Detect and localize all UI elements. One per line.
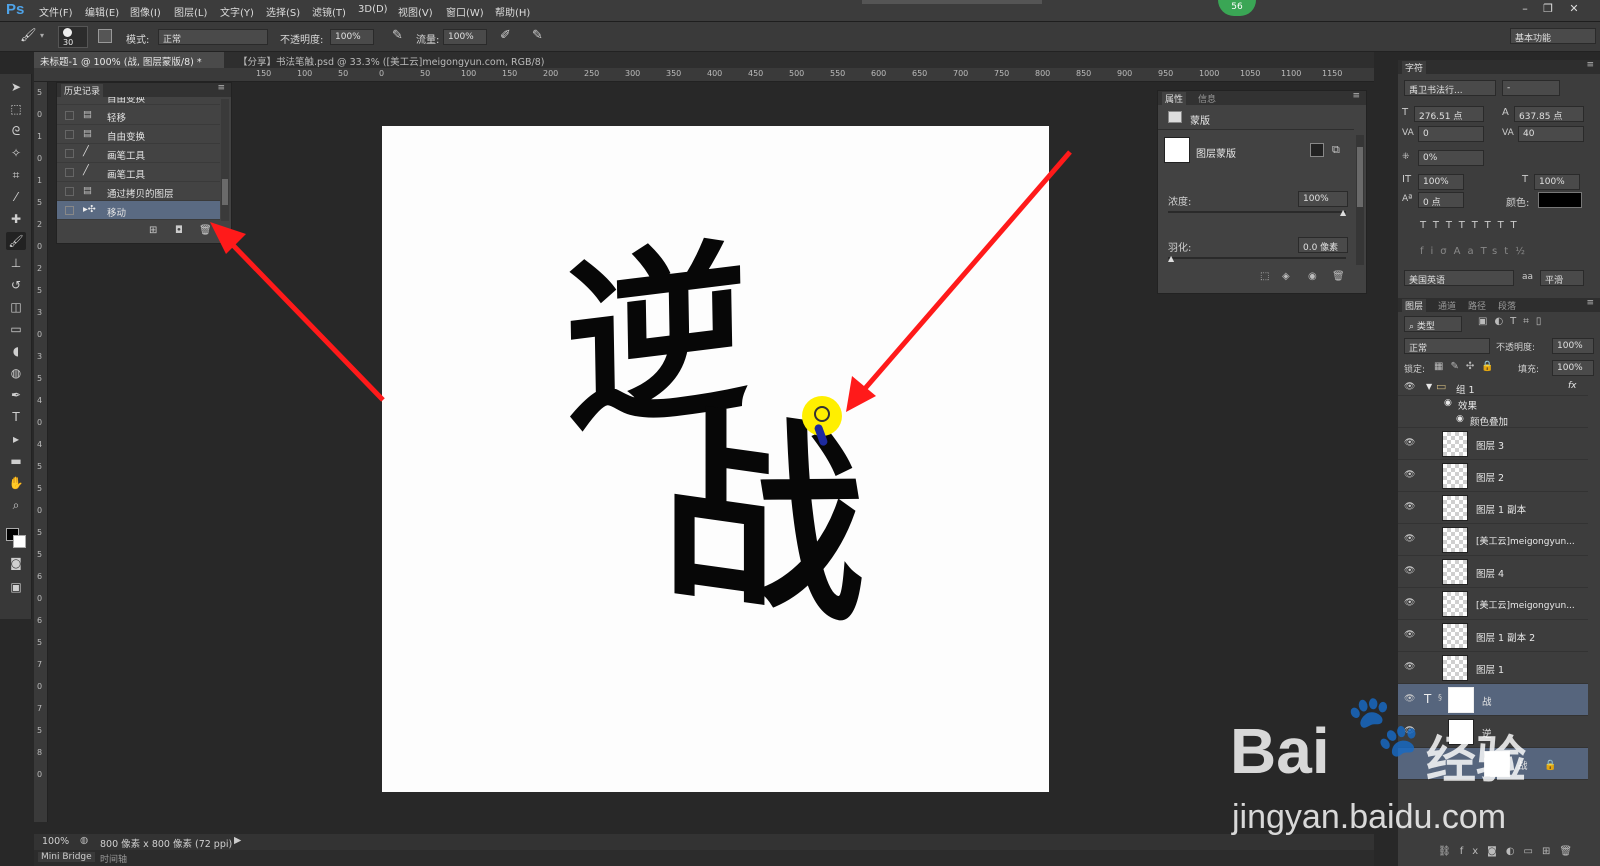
watermark-url: jingyan.baidu.com: [1232, 798, 1507, 836]
paw-logo-icon: 🐾: [1346, 692, 1421, 759]
baidu-watermark: Bai 🐾 经验 jingyan.baidu.com: [1230, 690, 1600, 866]
annotation-arrow-head: [210, 222, 246, 254]
watermark-brand: Bai: [1230, 715, 1330, 787]
watermark-brand-cn: 经验: [1426, 732, 1526, 788]
annotation-arrow-line: [226, 238, 385, 402]
annotation-arrow-line: [860, 150, 1072, 394]
